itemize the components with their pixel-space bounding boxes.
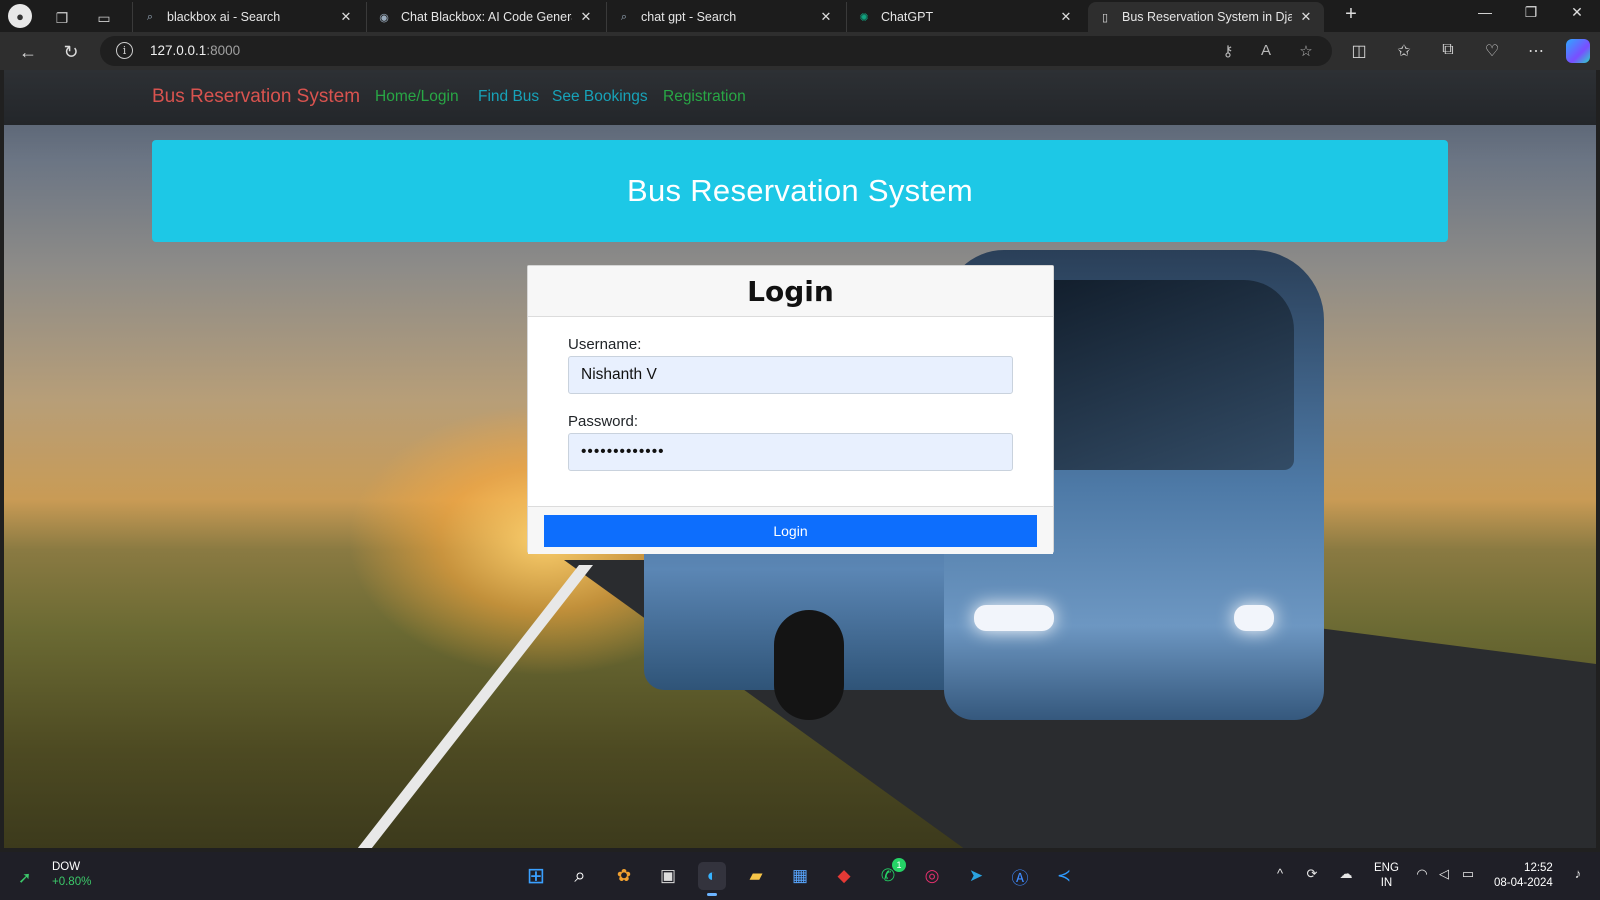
- background-road-line: [321, 565, 593, 848]
- chatgpt-icon: ✺: [859, 11, 869, 24]
- password-input[interactable]: •••••••••••••: [568, 433, 1013, 471]
- split-screen-icon[interactable]: ◫: [1348, 41, 1370, 61]
- login-card-footer: Login: [528, 506, 1053, 554]
- address-bar[interactable]: i 127.0.0.1:8000 ⚷ A ☆: [100, 36, 1332, 66]
- login-button[interactable]: Login: [544, 515, 1037, 547]
- battery-icon[interactable]: ▭: [1458, 866, 1478, 882]
- nav-see-bookings[interactable]: See Bookings: [552, 88, 648, 106]
- tab-bus-reservation[interactable]: ▯ Bus Reservation System in Djang ✕: [1088, 2, 1324, 32]
- search-icon: ⌕: [620, 10, 628, 23]
- collections-icon[interactable]: ⧉: [1437, 41, 1459, 59]
- search-icon: ⌕: [146, 10, 154, 23]
- close-tab-icon[interactable]: ✕: [1298, 9, 1314, 25]
- site-navbar: Bus Reservation System Home/Login Find B…: [4, 70, 1596, 125]
- copilot-pre-icon[interactable]: ✿: [610, 862, 638, 890]
- restore-button[interactable]: ❐: [1516, 4, 1546, 21]
- volume-icon[interactable]: ◁: [1434, 866, 1454, 882]
- browser-toolbar: ← ↻ i 127.0.0.1:8000 ⚷ A ☆ ◫ ✩ ⧉ ♡ ⋯: [0, 32, 1600, 70]
- close-tab-icon[interactable]: ✕: [338, 9, 354, 25]
- task-view-icon[interactable]: ▣: [654, 862, 682, 890]
- read-aloud-icon[interactable]: A: [1256, 42, 1276, 59]
- system-clock[interactable]: 12:52 08-04-2024: [1494, 861, 1553, 891]
- blackbox-icon: ◉: [379, 11, 389, 24]
- instagram-icon[interactable]: ◎: [918, 862, 946, 890]
- hero-banner: Bus Reservation System: [152, 140, 1448, 242]
- login-title: Login: [747, 274, 834, 308]
- more-menu-icon[interactable]: ⋯: [1525, 41, 1547, 61]
- language-indicator[interactable]: ENG IN: [1374, 861, 1399, 891]
- tab-actions-icon[interactable]: ▭: [90, 4, 118, 32]
- stock-widget[interactable]: ➚ DOW +0.80%: [18, 860, 91, 890]
- profile-avatar[interactable]: ●: [8, 4, 32, 28]
- sync-icon[interactable]: ⟳: [1302, 866, 1322, 882]
- login-card: Login Username: Nishanth V Password: •••…: [527, 265, 1054, 554]
- page-icon: ▯: [1101, 11, 1109, 24]
- tab-chatgpt-search[interactable]: ⌕ chat gpt - Search ✕: [606, 2, 844, 32]
- close-tab-icon[interactable]: ✕: [1058, 9, 1074, 25]
- close-tab-icon[interactable]: ✕: [818, 9, 834, 25]
- username-input[interactable]: Nishanth V: [568, 356, 1013, 394]
- address-url[interactable]: 127.0.0.1:8000: [150, 43, 240, 58]
- nav-registration[interactable]: Registration: [663, 88, 746, 106]
- browser-tab-strip: ● ❐ ▭ ⌕ blackbox ai - Search ✕ ◉ Chat Bl…: [0, 0, 1600, 32]
- edge-browser-icon[interactable]: ◐: [698, 862, 726, 896]
- app-diamond-icon[interactable]: ◆: [830, 862, 858, 890]
- wifi-icon[interactable]: ◠: [1412, 866, 1432, 882]
- nav-find-bus[interactable]: Find Bus: [478, 88, 539, 106]
- microsoft-store-icon[interactable]: ▦: [786, 862, 814, 890]
- minimize-button[interactable]: —: [1470, 4, 1500, 20]
- favorite-star-icon[interactable]: ☆: [1296, 42, 1316, 60]
- notification-badge: 1: [892, 858, 906, 872]
- file-explorer-icon[interactable]: ▰: [742, 862, 770, 890]
- login-card-header: Login: [528, 266, 1053, 317]
- notification-bell-icon[interactable]: ♪: [1568, 866, 1588, 881]
- username-label: Username:: [568, 336, 642, 353]
- app-a-icon[interactable]: Ⓐ: [1006, 862, 1034, 890]
- tab-chat-blackbox[interactable]: ◉ Chat Blackbox: AI Code Generatio ✕: [366, 2, 604, 32]
- back-button[interactable]: ←: [15, 39, 41, 65]
- close-window-button[interactable]: ✕: [1562, 4, 1592, 21]
- site-info-icon[interactable]: i: [116, 42, 133, 59]
- nav-home-login[interactable]: Home/Login: [375, 88, 459, 106]
- favorites-icon[interactable]: ✩: [1393, 41, 1415, 61]
- tab-chatgpt[interactable]: ✺ ChatGPT ✕: [846, 2, 1084, 32]
- workspaces-icon[interactable]: ❐: [48, 4, 76, 32]
- password-key-icon[interactable]: ⚷: [1218, 42, 1238, 60]
- onedrive-icon[interactable]: ☁: [1336, 866, 1356, 882]
- taskbar: ➚ DOW +0.80% ⊞ ⌕ ✿ ▣ ◐ ▰ ▦ ◆ ✆ 1 ◎ ➤ Ⓐ ≺ …: [0, 852, 1600, 900]
- site-brand[interactable]: Bus Reservation System: [152, 86, 360, 108]
- windows-start-icon[interactable]: ⊞: [522, 862, 550, 890]
- close-tab-icon[interactable]: ✕: [578, 9, 594, 25]
- browser-essentials-icon[interactable]: ♡: [1481, 41, 1503, 61]
- tab-blackbox-search[interactable]: ⌕ blackbox ai - Search ✕: [132, 2, 364, 32]
- show-hidden-icons[interactable]: ^: [1270, 866, 1290, 881]
- whatsapp-icon[interactable]: ✆ 1: [874, 858, 906, 890]
- hero-title: Bus Reservation System: [626, 173, 973, 208]
- vscode-icon[interactable]: ≺: [1050, 862, 1078, 890]
- copilot-icon[interactable]: [1566, 39, 1590, 63]
- search-icon[interactable]: ⌕: [566, 862, 594, 890]
- password-label: Password:: [568, 413, 639, 430]
- new-tab-button[interactable]: +: [1338, 3, 1364, 26]
- telegram-icon[interactable]: ➤: [962, 862, 990, 890]
- refresh-button[interactable]: ↻: [58, 39, 84, 65]
- page-viewport: Bus Reservation System Home/Login Find B…: [4, 70, 1596, 848]
- trend-up-icon: ➚: [18, 870, 32, 887]
